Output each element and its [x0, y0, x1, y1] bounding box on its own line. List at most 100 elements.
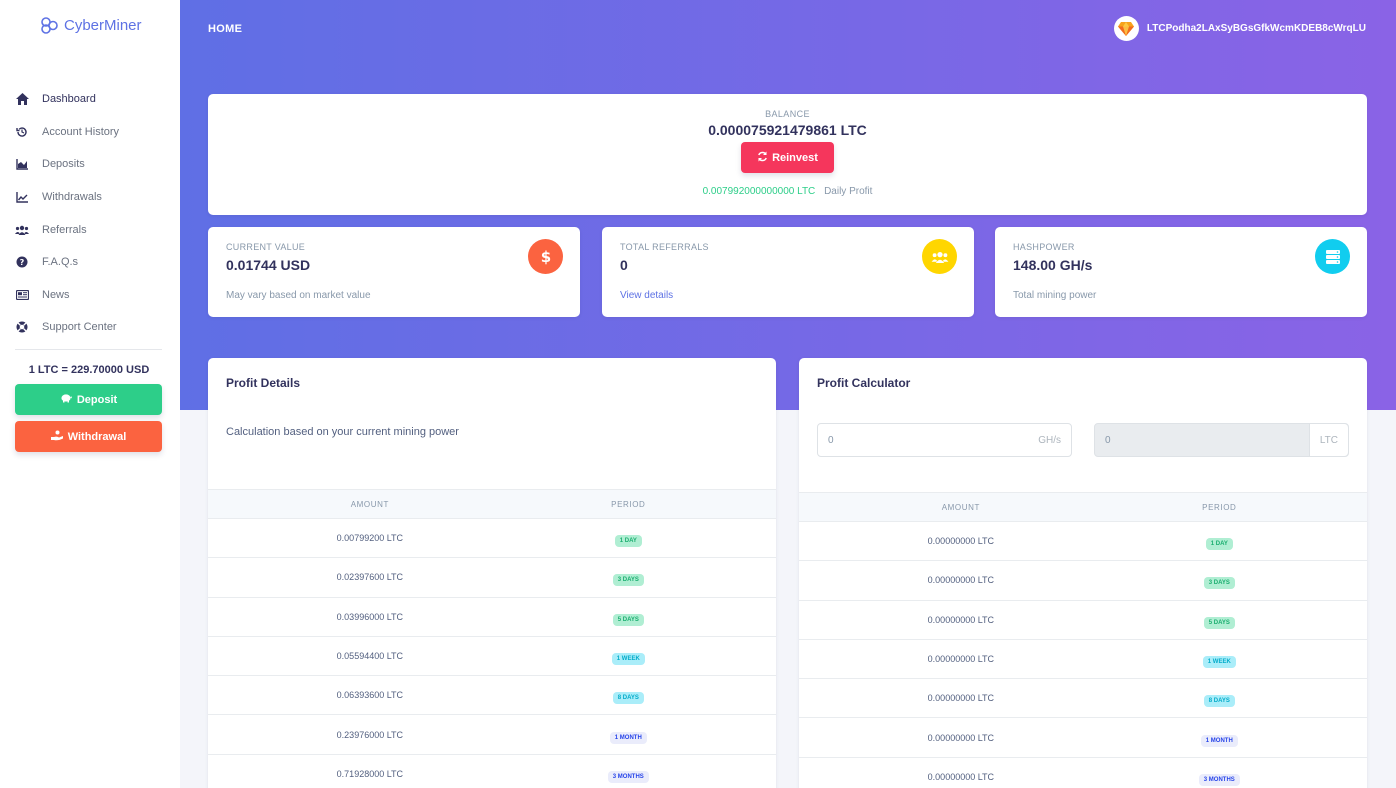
sidebar-item-label: Withdrawals: [42, 191, 102, 204]
stat-title: HASHPOWER: [1013, 242, 1075, 252]
sidebar-item-deposits[interactable]: Deposits: [0, 148, 180, 181]
life-ring-icon: [15, 320, 29, 334]
period-badge: 1 DAY: [1205, 538, 1233, 551]
column-amount: AMOUNT: [350, 499, 389, 509]
table-row: 0.00000000 LTC 8 DAYS: [799, 679, 1367, 719]
ltc-output-field: 0 LTC: [1094, 423, 1349, 457]
period-badge: 3 MONTHS: [1198, 773, 1240, 786]
period-cell: 8 DAYS: [532, 686, 725, 705]
period-cell: 1 WEEK: [1123, 650, 1316, 669]
sidebar-item-account-history[interactable]: Account History: [0, 116, 180, 149]
sidebar-item-label: Referrals: [42, 223, 87, 236]
view-details-link[interactable]: View details: [620, 290, 673, 301]
balance-card: BALANCE 0.000075921479861 LTC Reinvest 0…: [208, 94, 1367, 215]
balance-label: BALANCE: [765, 109, 810, 119]
table-row: 0.00000000 LTC 3 MONTHS: [799, 758, 1367, 788]
period-cell: 5 DAYS: [1123, 611, 1316, 629]
column-amount: AMOUNT: [941, 502, 980, 512]
table-row: 0.00000000 LTC 1 WEEK: [799, 640, 1367, 680]
total-referrals-card: TOTAL REFERRALS 0 View details: [602, 227, 974, 317]
period-cell: 1 MONTH: [1123, 729, 1316, 747]
brand-logo[interactable]: CyberMiner: [40, 16, 142, 34]
stat-title: TOTAL REFERRALS: [620, 242, 709, 252]
period-badge: 3 DAYS: [612, 574, 644, 587]
hashpower-input-value: 0: [828, 434, 834, 446]
question-circle-icon: ?: [15, 255, 29, 269]
hashpower-input[interactable]: 0 GH/s: [817, 423, 1072, 457]
reinvest-button-label: Reinvest: [772, 151, 818, 164]
user-address: LTCPodha2LAxSyBGsGfkWcmKDEB8cWrqLU: [1146, 23, 1366, 34]
period-cell: 1 MONTH: [532, 726, 725, 744]
sidebar-item-label: News: [42, 288, 70, 301]
balance-value: 0.000075921479861 LTC: [708, 122, 867, 138]
column-period: PERIOD: [1202, 502, 1237, 512]
amount-cell: 0.00000000 LTC: [927, 575, 995, 586]
avatar: [1113, 16, 1139, 41]
hashpower-card: HASHPOWER 148.00 GH/s Total mining power: [995, 227, 1367, 317]
table-row: 0.23976000 LTC 1 MONTH: [208, 715, 776, 755]
sidebar-item-withdrawals[interactable]: Withdrawals: [0, 181, 180, 214]
profit-calculator-table: AMOUNT PERIOD 0.00000000 LTC 1 DAY 0.00000…: [799, 492, 1367, 788]
area-chart-icon: [15, 157, 29, 171]
table-row: 0.05594400 LTC 1 WEEK: [208, 637, 776, 677]
sidebar-item-news[interactable]: News: [0, 279, 180, 312]
sidebar-item-dashboard[interactable]: Dashboard: [0, 83, 180, 116]
amount-cell: 0.03996000 LTC: [336, 611, 404, 622]
brand-name: CyberMiner: [64, 16, 142, 34]
sidebar-item-label: Dashboard: [42, 93, 96, 106]
sidebar-item-referrals[interactable]: Referrals: [0, 213, 180, 246]
withdrawal-button-label: Withdrawal: [67, 430, 127, 443]
withdrawal-button[interactable]: Withdrawal: [15, 421, 162, 452]
period-cell: 3 DAYS: [1123, 571, 1316, 590]
svg-text:$: $: [540, 249, 550, 265]
period-badge: 1 WEEK: [1202, 656, 1236, 669]
period-badge: 8 DAYS: [1203, 695, 1235, 708]
users-icon: [922, 239, 957, 274]
deposit-button[interactable]: Deposit: [15, 384, 162, 415]
amount-cell: 0.00000000 LTC: [927, 771, 995, 782]
stat-value: 0.01744 USD: [226, 257, 311, 273]
reinvest-button[interactable]: Reinvest: [741, 142, 834, 173]
hashpower-unit: GH/s: [1038, 434, 1061, 446]
column-period: PERIOD: [611, 499, 646, 509]
users-icon: [15, 223, 29, 237]
table-header: AMOUNT PERIOD: [799, 492, 1367, 522]
sidebar-item-support-center[interactable]: Support Center: [0, 311, 180, 344]
profit-details-card: Profit Details Calculation based on your…: [208, 358, 776, 788]
stat-title: CURRENT VALUE: [226, 242, 306, 252]
period-cell: 5 DAYS: [532, 608, 725, 626]
profit-details-table: AMOUNT PERIOD 0.00799200 LTC 1 DAY 0.02397…: [208, 489, 776, 788]
table-row: 0.00000000 LTC 1 DAY: [799, 522, 1367, 562]
period-cell: 3 MONTHS: [532, 765, 725, 783]
sidebar-divider: [15, 349, 162, 350]
amount-cell: 0.00000000 LTC: [927, 654, 995, 665]
user-account[interactable]: LTCPodha2LAxSyBGsGfkWcmKDEB8cWrqLU: [1113, 16, 1366, 41]
ltc-unit: LTC: [1308, 424, 1348, 456]
table-row: 0.00000000 LTC 1 MONTH: [799, 718, 1367, 758]
amount-cell: 0.00799200 LTC: [336, 533, 404, 544]
sidebar-item-label: Account History: [42, 125, 120, 138]
stat-value: 0: [620, 257, 628, 273]
period-cell: 1 DAY: [532, 529, 725, 548]
daily-profit-value: 0.007992000000000 LTC: [702, 186, 816, 197]
period-cell: 3 MONTHS: [1123, 768, 1316, 786]
period-cell: 3 DAYS: [532, 568, 725, 587]
amount-cell: 0.00000000 LTC: [927, 536, 995, 547]
newspaper-icon: [15, 288, 29, 302]
period-badge: 1 MONTH: [609, 731, 647, 744]
period-badge: 1 MONTH: [1200, 734, 1238, 747]
sidebar-item-label: Deposits: [42, 158, 85, 171]
current-value-card: CURRENT VALUE 0.01744 USD May vary based…: [208, 227, 580, 317]
amount-cell: 0.05594400 LTC: [336, 651, 404, 662]
amount-cell: 0.00000000 LTC: [927, 614, 995, 625]
breadcrumb-home[interactable]: HOME: [208, 23, 242, 35]
sidebar-item-faqs[interactable]: ? F.A.Q.s: [0, 246, 180, 279]
period-cell: 1 WEEK: [532, 647, 725, 666]
stat-subtext: May vary based on market value: [226, 290, 371, 301]
daily-profit: 0.007992000000000 LTC Daily Profit: [208, 186, 1367, 197]
amount-cell: 0.00000000 LTC: [927, 693, 995, 704]
gem-icon: [1118, 21, 1135, 36]
profit-details-description: Calculation based on your current mining…: [226, 426, 459, 438]
server-icon: [1315, 239, 1350, 274]
cyberminer-logo-icon: [41, 17, 58, 34]
